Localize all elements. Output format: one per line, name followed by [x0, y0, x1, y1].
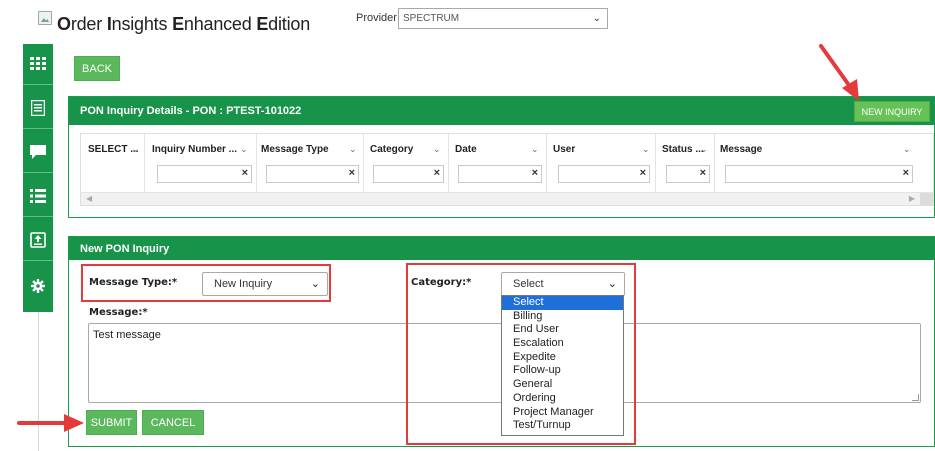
new-inquiry-title: New PON Inquiry [80, 243, 170, 255]
list-alt-icon[interactable] [28, 98, 48, 118]
provider-label: Provider [356, 12, 397, 24]
settings-icon[interactable] [28, 276, 48, 296]
column-header[interactable]: Message Type [261, 144, 329, 155]
grid-icon[interactable] [28, 54, 48, 74]
annotation-arrow-icon [819, 44, 859, 101]
sidebar [23, 44, 53, 312]
app-title-part: E [172, 14, 184, 34]
app-title: Order Insights Enhanced Edition [57, 14, 310, 35]
annotation-box [81, 264, 331, 302]
provider-value: SPECTRUM [403, 13, 460, 24]
annotation-box [406, 263, 636, 445]
inquiry-details-header: PON Inquiry Details - PON : PTEST-101022… [69, 97, 935, 125]
app-title-part: nhanced [183, 14, 257, 34]
chevron-down-icon[interactable]: ⌄ [903, 144, 911, 155]
message-value: Test message [93, 329, 161, 341]
inquiry-details-panel: PON Inquiry Details - PON : PTEST-101022… [68, 96, 935, 218]
message-label: Message:* [89, 307, 148, 318]
filter-input[interactable]: × [266, 165, 359, 183]
clear-icon[interactable]: × [434, 167, 440, 179]
horizontal-scrollbar[interactable]: ◀ ▶ [81, 192, 933, 205]
resize-handle-icon[interactable] [912, 394, 919, 401]
clear-icon[interactable]: × [349, 167, 355, 179]
menu-list-icon[interactable] [28, 186, 48, 206]
clear-icon[interactable]: × [242, 167, 248, 179]
app-title-part: dition [268, 14, 311, 34]
upload-icon[interactable] [28, 230, 48, 250]
filter-icon[interactable]: ⌄ [240, 144, 248, 155]
back-button[interactable]: BACK [74, 56, 120, 81]
provider-select[interactable]: SPECTRUM ⌄ [398, 8, 608, 29]
annotation-arrow-icon [17, 414, 84, 432]
inquiry-details-title: PON Inquiry Details - PON : PTEST-101022 [80, 105, 302, 117]
filter-input[interactable]: × [666, 165, 710, 183]
clear-icon[interactable]: × [640, 167, 646, 179]
comment-icon[interactable] [28, 142, 48, 162]
submit-button[interactable]: SUBMIT [86, 410, 137, 435]
column-header[interactable]: User [553, 144, 575, 155]
app-title-part: nsights [111, 14, 173, 34]
new-inquiry-header: New PON Inquiry [69, 237, 935, 260]
column-header[interactable]: Category [370, 144, 413, 155]
filter-icon[interactable]: ⌄ [131, 144, 139, 155]
scroll-right-icon[interactable]: ▶ [909, 194, 915, 203]
broken-image-icon [38, 11, 52, 25]
app-title-part: rder [70, 14, 107, 34]
column-header[interactable]: Status ... [662, 144, 704, 155]
filter-input[interactable]: × [373, 165, 444, 183]
chevron-down-icon[interactable]: ⌄ [531, 144, 539, 155]
inquiry-grid: SELECT ... ⌄ Inquiry Number ... ⌄ Messag… [80, 133, 934, 206]
column-header[interactable]: Inquiry Number ... [152, 144, 237, 155]
filter-icon[interactable]: ⌄ [700, 144, 708, 155]
scroll-left-icon[interactable]: ◀ [86, 194, 92, 203]
cancel-button[interactable]: CANCEL [142, 410, 204, 435]
app-header: Order Insights Enhanced Edition Provider… [0, 0, 935, 42]
filter-input[interactable]: × [558, 165, 650, 183]
filter-input[interactable]: × [725, 165, 913, 183]
app-title-part: O [57, 14, 71, 34]
column-header[interactable]: Message [720, 144, 762, 155]
filter-input[interactable]: × [157, 165, 252, 183]
filter-input[interactable]: × [458, 165, 542, 183]
chevron-down-icon[interactable]: ⌄ [349, 144, 357, 155]
chevron-down-icon: ⌄ [592, 13, 601, 24]
column-header[interactable]: Date [455, 144, 477, 155]
chevron-down-icon[interactable]: ⌄ [642, 144, 650, 155]
clear-icon[interactable]: × [903, 167, 909, 179]
app-title-part: E [256, 14, 269, 34]
clear-icon[interactable]: × [532, 167, 538, 179]
chevron-down-icon[interactable]: ⌄ [433, 144, 441, 155]
clear-icon[interactable]: × [700, 167, 706, 179]
